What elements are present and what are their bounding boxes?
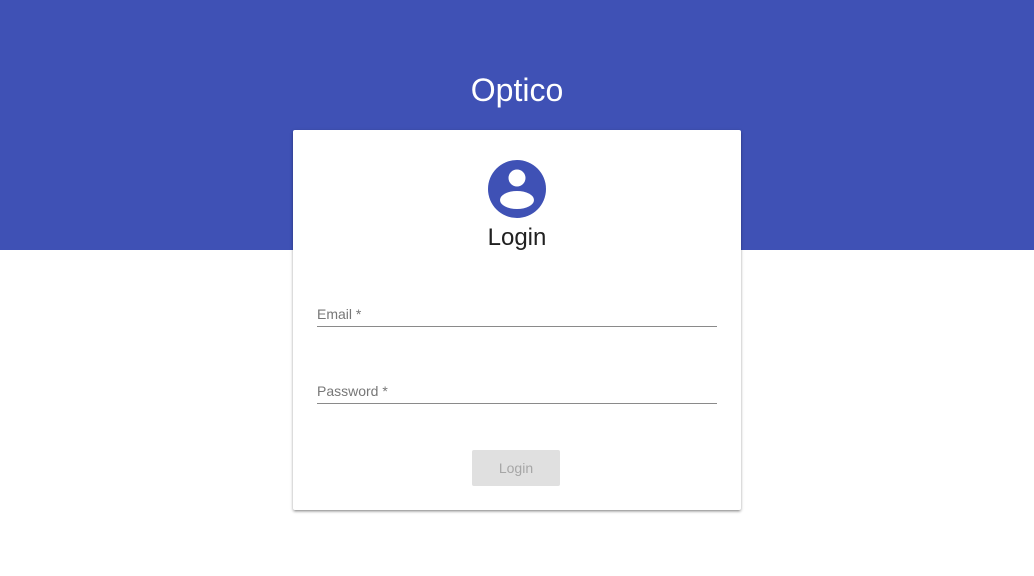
login-heading: Login (487, 224, 547, 251)
login-button[interactable]: Login (472, 450, 560, 486)
email-field[interactable]: Email * (317, 298, 721, 328)
account-circle-icon (488, 160, 546, 218)
app-title: Optico (470, 72, 564, 108)
login-card: Login Email * Password * Login (293, 130, 741, 510)
password-field[interactable]: Password * (317, 375, 721, 405)
email-input[interactable] (317, 298, 721, 328)
password-input[interactable] (317, 375, 721, 405)
